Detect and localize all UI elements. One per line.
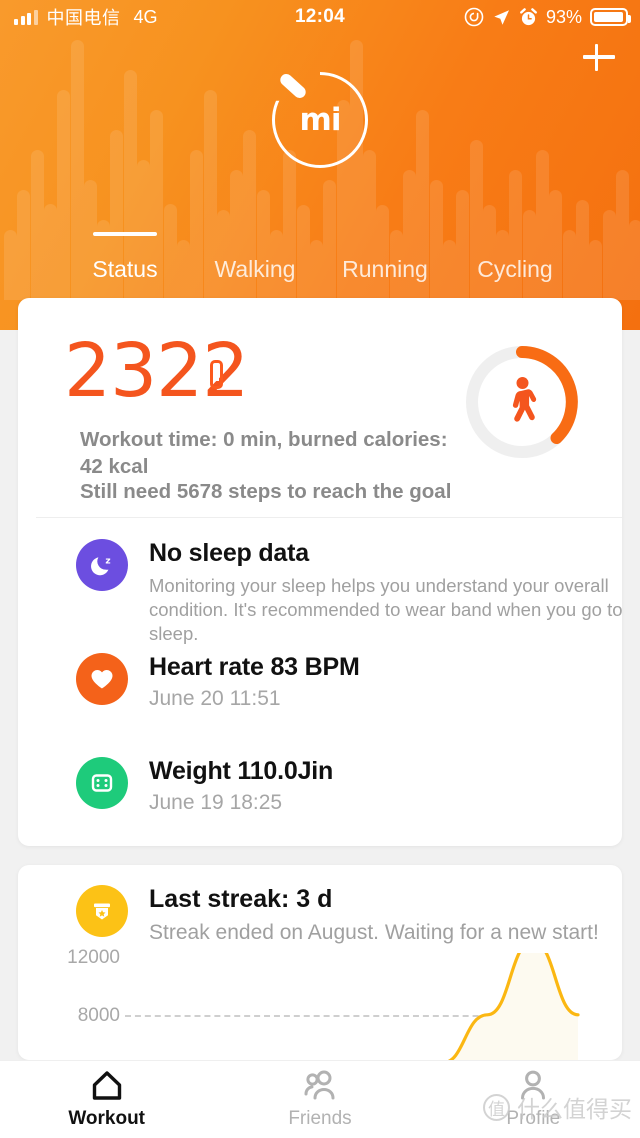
sleep-title: No sleep data [149,539,309,567]
walking-person-icon [512,377,537,422]
location-arrow-icon [494,9,509,25]
streak-card[interactable]: Last streak: 3 d Streak ended on August.… [18,865,622,1060]
heart-title: Heart rate 83 BPM [149,653,360,681]
weight-timestamp: June 19 18:25 [149,791,283,814]
header-tabs: Status Walking Running Cycling [0,232,640,292]
tab-status-label: Status [92,256,158,282]
logo-text: mi [299,102,342,138]
tab-active-underline [93,232,157,236]
steps-summary[interactable]: 2322 Workout time: 0 min, burned calorie… [18,298,622,518]
weight-title: Weight 110.0Jin [149,757,334,785]
watermark: 值 什么值得买 [483,1090,632,1124]
streak-header: Last streak: 3 d Streak ended on August.… [76,885,599,945]
workout-summary-text: Workout time: 0 min, burned calories: 42… [80,428,448,478]
tab-running[interactable]: Running [320,232,450,292]
nav-label-workout: Workout [68,1108,146,1129]
status-card: 2322 Workout time: 0 min, burned calorie… [18,298,623,846]
mi-band-icon [210,360,223,389]
heart-timestamp: June 20 11:51 [149,687,281,710]
status-bar: 中国电信 4G 12:04 93% [0,0,640,34]
tab-walking[interactable]: Walking [190,232,320,292]
goal-remaining-text: Still need 5678 steps to reach the goal [80,480,452,503]
steps-history-chart[interactable]: 12000 8000 [18,947,622,1060]
svg-text:z: z [105,556,110,566]
weight-row-body: Weight 110.0Jin June 19 18:25 [149,757,333,815]
tab-walking-label: Walking [214,256,296,282]
bottom-navigation: Workout Friends Profile 值 什么值得买 [0,1060,640,1138]
battery-percent-label: 93% [545,6,582,27]
nav-label-friends: Friends [288,1108,352,1129]
card-divider [36,517,622,518]
logo-dash [277,71,309,101]
step-progress-ring [460,340,584,464]
add-button[interactable] [580,38,618,76]
streak-description: Streak ended on August. Waiting for a ne… [149,921,599,944]
heart-row-body: Heart rate 83 BPM June 20 11:51 [149,653,360,711]
mi-logo: mi [272,71,368,168]
weight-scale-icon [76,757,128,809]
list-item-weight[interactable]: Weight 110.0Jin June 19 18:25 [76,757,640,815]
sleep-description: Monitoring your sleep helps you understa… [149,575,623,644]
nav-item-friends[interactable]: Friends [213,1069,426,1130]
battery-icon [590,8,631,26]
sleep-row-body: No sleep data Monitoring your sleep help… [149,539,623,646]
home-icon [92,1071,121,1100]
list-item-sleep[interactable]: z No sleep data Monitoring your sleep he… [76,539,640,646]
heart-icon [76,653,128,705]
streak-body: Last streak: 3 d Streak ended on August.… [149,885,599,945]
alarm-clock-icon [520,7,537,25]
sleep-moon-icon: z [76,539,128,591]
tab-status[interactable]: Status [60,232,190,292]
tab-cycling[interactable]: Cycling [450,232,580,292]
badge-shield-star-icon [76,885,128,937]
list-item-heart-rate[interactable]: Heart rate 83 BPM June 20 11:51 [76,653,640,711]
watermark-text: 什么值得买 [517,1096,632,1122]
tab-running-label: Running [342,256,428,282]
chart-curve [447,953,580,1060]
app-header: 中国电信 4G 12:04 93% mi Status Walking Runn… [0,0,640,330]
tab-cycling-label: Cycling [477,256,553,282]
status-bar-right: 93% [464,6,631,28]
people-icon [304,1070,335,1100]
streak-title: Last streak: 3 d [149,885,333,913]
watermark-badge: 值 [483,1093,510,1121]
nav-item-workout[interactable]: Workout [0,1069,213,1130]
screen-rotation-lock-icon [464,7,484,27]
